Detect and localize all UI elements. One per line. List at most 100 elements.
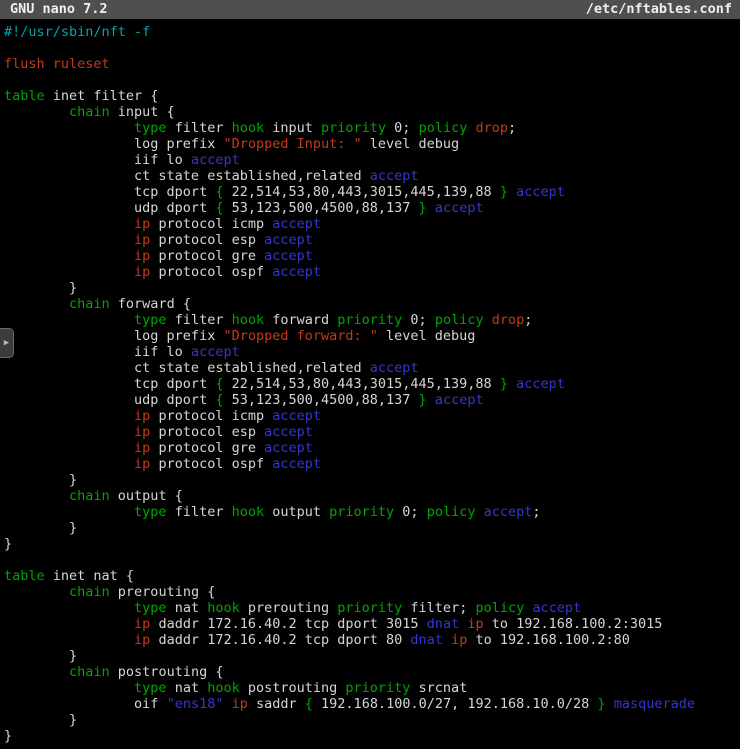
- code-segment: [4, 504, 134, 520]
- code-segment: drop: [492, 312, 525, 328]
- code-segment: masquerade: [614, 696, 695, 712]
- code-segment: chain: [69, 488, 110, 504]
- code-line: ip daddr 172.16.40.2 tcp dport 3015 dnat…: [4, 616, 740, 632]
- code-segment: priority: [337, 312, 402, 328]
- code-segment: [4, 296, 69, 312]
- code-segment: accept: [370, 360, 419, 376]
- code-line: table inet filter {: [4, 88, 740, 104]
- code-segment: table: [4, 568, 45, 584]
- code-segment: output: [264, 504, 329, 520]
- code-line: iif lo accept: [4, 344, 740, 360]
- code-segment: policy: [427, 504, 476, 520]
- code-segment: [484, 312, 492, 328]
- code-segment: [427, 200, 435, 216]
- code-line: [4, 552, 740, 568]
- code-segment: drop: [475, 120, 508, 136]
- code-line: chain forward {: [4, 296, 740, 312]
- code-segment: output {: [110, 488, 183, 504]
- code-line: ip protocol ospf accept: [4, 456, 740, 472]
- code-segment: [4, 584, 69, 600]
- code-segment: ip: [134, 248, 150, 264]
- code-segment: accept: [484, 504, 533, 520]
- code-segment: [4, 248, 134, 264]
- code-segment: ct state established,related: [4, 168, 370, 184]
- code-segment: [4, 488, 69, 504]
- code-segment: input {: [110, 104, 175, 120]
- code-segment: ip: [232, 696, 248, 712]
- code-line: ip protocol icmp accept: [4, 408, 740, 424]
- code-segment: accept: [264, 440, 313, 456]
- code-segment: [443, 632, 451, 648]
- code-segment: accept: [272, 216, 321, 232]
- code-segment: policy: [419, 120, 468, 136]
- code-segment: ct state established,related: [4, 360, 370, 376]
- code-segment: "Dropped forward: ": [223, 328, 377, 344]
- code-segment: tcp dport: [4, 184, 215, 200]
- code-segment: 53,123,500,4500,88,137: [223, 392, 418, 408]
- code-segment: daddr 172.16.40.2 tcp dport 3015: [150, 616, 426, 632]
- code-segment: protocol esp: [150, 232, 264, 248]
- code-segment: postrouting {: [110, 664, 224, 680]
- code-line: ip protocol esp accept: [4, 232, 740, 248]
- code-line: type nat hook prerouting priority filter…: [4, 600, 740, 616]
- code-line: ip daddr 172.16.40.2 tcp dport 80 dnat i…: [4, 632, 740, 648]
- code-segment: 0;: [402, 312, 435, 328]
- code-segment: "ens18": [167, 696, 224, 712]
- code-line: [4, 72, 740, 88]
- code-segment: level debug: [378, 328, 476, 344]
- code-segment: ip: [134, 440, 150, 456]
- code-segment: hook: [232, 504, 265, 520]
- code-line: tcp dport { 22,514,53,80,443,3015,445,13…: [4, 184, 740, 200]
- file-path-label: /etc/nftables.conf: [586, 0, 732, 19]
- code-segment: iif lo: [4, 344, 191, 360]
- code-segment: hook: [232, 120, 265, 136]
- code-line: }: [4, 648, 740, 664]
- code-segment: accept: [435, 200, 484, 216]
- code-line: ip protocol ospf accept: [4, 264, 740, 280]
- code-segment: protocol icmp: [150, 408, 272, 424]
- code-segment: udp dport: [4, 200, 215, 216]
- code-segment: saddr: [248, 696, 305, 712]
- code-line: #!/usr/sbin/nft -f: [4, 24, 740, 40]
- panel-toggle-tab[interactable]: ▶: [0, 328, 14, 358]
- code-segment: hook: [232, 312, 265, 328]
- code-segment: protocol ospf: [150, 264, 272, 280]
- code-segment: [427, 392, 435, 408]
- code-segment: nat: [167, 600, 208, 616]
- code-segment: ip: [134, 456, 150, 472]
- code-segment: type: [134, 680, 167, 696]
- code-segment: ip: [134, 616, 150, 632]
- code-line: }: [4, 520, 740, 536]
- code-line: ip protocol gre accept: [4, 440, 740, 456]
- code-segment: nat: [167, 680, 208, 696]
- nano-titlebar: GNU nano 7.2 /etc/nftables.conf: [0, 0, 740, 19]
- code-segment: 0;: [386, 120, 419, 136]
- editor-area[interactable]: #!/usr/sbin/nft -fflush rulesettable ine…: [0, 19, 740, 744]
- code-segment: prerouting: [240, 600, 338, 616]
- code-segment: priority: [329, 504, 394, 520]
- code-segment: }: [4, 520, 77, 536]
- code-segment: policy: [475, 600, 524, 616]
- code-segment: [4, 680, 134, 696]
- code-line: chain postrouting {: [4, 664, 740, 680]
- code-line: }: [4, 712, 740, 728]
- code-segment: }: [419, 392, 427, 408]
- code-segment: [4, 216, 134, 232]
- code-segment: udp dport: [4, 392, 215, 408]
- code-segment: [4, 408, 134, 424]
- code-line: ct state established,related accept: [4, 168, 740, 184]
- code-line: log prefix "Dropped Input: " level debug: [4, 136, 740, 152]
- code-line: tcp dport { 22,514,53,80,443,3015,445,13…: [4, 376, 740, 392]
- code-segment: daddr 172.16.40.2 tcp dport 80: [150, 632, 410, 648]
- code-segment: protocol ospf: [150, 456, 272, 472]
- code-line: table inet nat {: [4, 568, 740, 584]
- code-segment: ;: [532, 504, 540, 520]
- code-segment: policy: [435, 312, 484, 328]
- code-segment: priority: [337, 600, 402, 616]
- code-line: ip protocol esp accept: [4, 424, 740, 440]
- code-segment: ip: [467, 616, 483, 632]
- code-segment: accept: [264, 424, 313, 440]
- code-segment: dnat: [410, 632, 443, 648]
- code-segment: }: [500, 184, 508, 200]
- code-segment: accept: [272, 264, 321, 280]
